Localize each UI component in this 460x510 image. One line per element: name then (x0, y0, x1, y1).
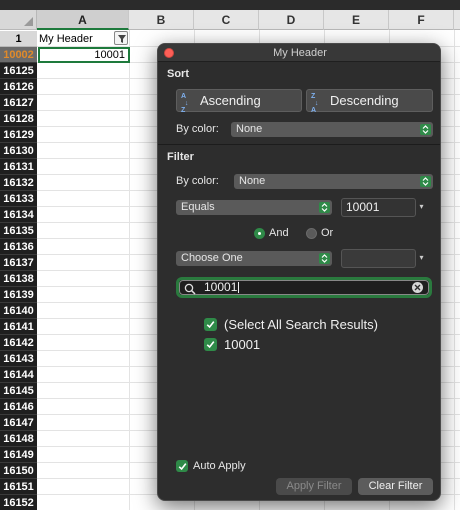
row-header[interactable]: 16152 (0, 495, 37, 510)
sort-by-color-label: By color: (176, 123, 219, 135)
row-header[interactable]: 16134 (0, 207, 37, 223)
column-header-d[interactable]: D (259, 10, 324, 30)
sort-ascending-icon: A ↓ Z (181, 93, 189, 114)
select-all-results-checkbox[interactable] (204, 318, 217, 331)
search-input[interactable]: 10001 (204, 281, 240, 294)
row-header[interactable]: 16128 (0, 111, 37, 127)
condition1-value-combo[interactable]: 10001 ▾ (341, 198, 424, 217)
row-header[interactable]: 16135 (0, 223, 37, 239)
row-header[interactable]: 16143 (0, 351, 37, 367)
auto-apply-label: Auto Apply (193, 460, 246, 472)
sort-ascending-button[interactable]: A ↓ Z Ascending (176, 89, 302, 114)
row-header[interactable]: 16150 (0, 463, 37, 479)
row-header[interactable]: 16125 (0, 63, 37, 79)
row-header[interactable]: 16129 (0, 127, 37, 143)
column-header-e[interactable]: E (324, 10, 389, 30)
row-header[interactable]: 16140 (0, 303, 37, 319)
popover-titlebar: My Header (158, 44, 440, 62)
sort-descending-button[interactable]: Z ↓ A Descending (306, 89, 433, 114)
row-header[interactable]: 16132 (0, 175, 37, 191)
search-icon (184, 283, 196, 295)
filter-heading: Filter (167, 151, 194, 163)
row-header[interactable]: 16147 (0, 415, 37, 431)
chevron-down-icon[interactable]: ▾ (415, 199, 428, 216)
clear-filter-button[interactable]: Clear Filter (358, 478, 433, 495)
select-all-results-label: (Select All Search Results) (224, 317, 378, 332)
filter-by-color-label: By color: (176, 175, 219, 187)
window-top-strip (0, 0, 460, 10)
row-header[interactable]: 16141 (0, 319, 37, 335)
filter-by-color-value: None (239, 175, 266, 187)
autofilter-popover: My Header Sort A ↓ Z Ascending Z ↓ A Desce… (157, 43, 441, 501)
filter-search-field[interactable]: 10001 (176, 277, 432, 298)
condition2-operator-select[interactable]: Choose One (176, 251, 332, 266)
row-header[interactable]: 16133 (0, 191, 37, 207)
value-10001-label: 10001 (224, 337, 261, 352)
up-down-chevron-icon (420, 124, 431, 135)
row-header[interactable]: 16151 (0, 479, 37, 495)
column-header-c[interactable]: C (194, 10, 259, 30)
row-header[interactable]: 16126 (0, 79, 37, 95)
auto-apply-checkbox[interactable] (176, 460, 188, 472)
row-header[interactable]: 16137 (0, 255, 37, 271)
sort-descending-icon: Z ↓ A (311, 93, 319, 114)
row-header-selected[interactable]: 10002 (0, 47, 37, 63)
condition2-operator-value: Choose One (181, 252, 243, 264)
condition1-operator-value: Equals (181, 201, 215, 213)
sort-by-color-select[interactable]: None (231, 122, 433, 137)
condition1-value: 10001 (346, 200, 380, 214)
row-header[interactable]: 16149 (0, 447, 37, 463)
condition2-value-combo[interactable]: ▾ (341, 249, 424, 268)
row-header[interactable]: 16142 (0, 335, 37, 351)
up-down-chevron-icon (319, 253, 330, 264)
sort-descending-label: Descending (330, 93, 399, 108)
column-header-b[interactable]: B (129, 10, 194, 30)
filter-by-color-select[interactable]: None (234, 174, 433, 189)
up-down-chevron-icon (319, 202, 330, 213)
condition1-operator-select[interactable]: Equals (176, 200, 332, 215)
row-header[interactable]: 16145 (0, 383, 37, 399)
row-header[interactable]: 16146 (0, 399, 37, 415)
section-divider (158, 144, 440, 145)
cell-a2-selected[interactable]: 10001 (38, 47, 130, 63)
or-radio[interactable] (306, 228, 317, 239)
column-header-a[interactable]: A (37, 10, 129, 30)
column-header-f[interactable]: F (389, 10, 454, 30)
row-header[interactable]: 16144 (0, 367, 37, 383)
chevron-down-icon[interactable]: ▾ (415, 250, 428, 267)
and-radio[interactable] (254, 228, 265, 239)
sort-by-color-value: None (236, 123, 263, 135)
funnel-icon[interactable] (114, 31, 128, 45)
row-header-1[interactable]: 1 (0, 31, 37, 47)
clear-circle-icon[interactable] (412, 282, 423, 293)
row-header[interactable]: 16127 (0, 95, 37, 111)
row-header[interactable]: 16138 (0, 271, 37, 287)
up-down-chevron-icon (420, 176, 431, 187)
popover-title: My Header (273, 47, 327, 59)
or-label: Or (321, 227, 334, 239)
row-header[interactable]: 16130 (0, 143, 37, 159)
and-label: And (269, 227, 289, 239)
row-header[interactable]: 16139 (0, 287, 37, 303)
row-header[interactable]: 16136 (0, 239, 37, 255)
sort-heading: Sort (167, 68, 189, 80)
value-10001-checkbox[interactable] (204, 338, 217, 351)
row-header[interactable]: 16131 (0, 159, 37, 175)
row-header[interactable]: 16148 (0, 431, 37, 447)
select-all-corner[interactable] (0, 10, 37, 30)
sort-ascending-label: Ascending (200, 93, 261, 108)
apply-filter-button[interactable]: Apply Filter (276, 478, 352, 495)
